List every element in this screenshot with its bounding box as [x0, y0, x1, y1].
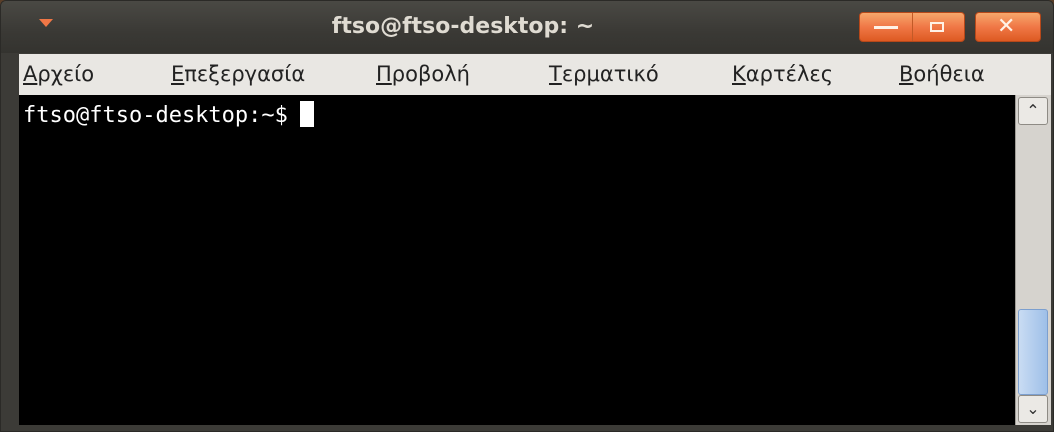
menu-terminal[interactable]: Τερματικό — [549, 62, 659, 86]
prompt-line: ftso@ftso-desktop:~$ — [23, 101, 314, 128]
menu-file[interactable]: Αρχείο — [23, 62, 94, 86]
menu-file-mnemonic: Α — [23, 62, 38, 86]
scroll-up-button[interactable]: ⌃ — [1018, 97, 1048, 125]
button-separator — [912, 13, 913, 41]
menu-file-label: ρχείο — [37, 62, 95, 86]
text-cursor — [299, 101, 314, 127]
terminal-area[interactable]: ftso@ftso-desktop:~$ — [19, 95, 1015, 425]
minimize-maximize-button-group — [859, 12, 965, 42]
menu-help[interactable]: Βοήθεια — [899, 62, 985, 86]
window-bottom-border — [1, 425, 1053, 431]
window-title: ftso@ftso-desktop: ~ — [331, 14, 595, 39]
terminal-window: ftso@ftso-desktop: ~ ✕ Αρχείο Επεξεργασί… — [0, 0, 1054, 432]
menu-edit[interactable]: Επεξεργασία — [171, 62, 305, 86]
menu-view[interactable]: Προβολή — [376, 62, 470, 86]
title-bar[interactable]: ftso@ftso-desktop: ~ ✕ — [1, 1, 1053, 53]
menu-view-label: ροβολή — [391, 62, 470, 86]
menu-tabs-mnemonic: Κ — [732, 62, 746, 86]
minimize-icon[interactable] — [874, 26, 898, 29]
maximize-icon[interactable] — [930, 22, 944, 32]
close-icon: ✕ — [997, 14, 1016, 39]
scrollbar-thumb[interactable] — [1018, 309, 1048, 395]
menu-tabs-label: αρτέλες — [745, 62, 834, 86]
menu-help-label: οήθεια — [913, 62, 985, 86]
close-button[interactable]: ✕ — [975, 12, 1041, 42]
menu-terminal-mnemonic: Τ — [549, 62, 562, 86]
menu-bar: Αρχείο Επεξεργασία Προβολή Τερματικό Καρ… — [19, 54, 1051, 95]
menu-view-mnemonic: Π — [376, 62, 392, 86]
chevron-up-icon: ⌃ — [1026, 101, 1040, 120]
vertical-scrollbar[interactable]: ⌃ ⌄ — [1015, 95, 1051, 425]
chevron-down-icon: ⌄ — [1026, 399, 1040, 418]
menu-help-mnemonic: Β — [899, 62, 914, 86]
menu-edit-mnemonic: Ε — [171, 62, 185, 86]
scroll-down-button[interactable]: ⌄ — [1018, 395, 1048, 423]
menu-edit-label: πεξεργασία — [184, 62, 306, 86]
menu-terminal-label: ερματικό — [561, 62, 659, 86]
menu-tabs[interactable]: Καρτέλες — [732, 62, 833, 86]
shell-prompt: ftso@ftso-desktop:~$ — [23, 103, 288, 128]
